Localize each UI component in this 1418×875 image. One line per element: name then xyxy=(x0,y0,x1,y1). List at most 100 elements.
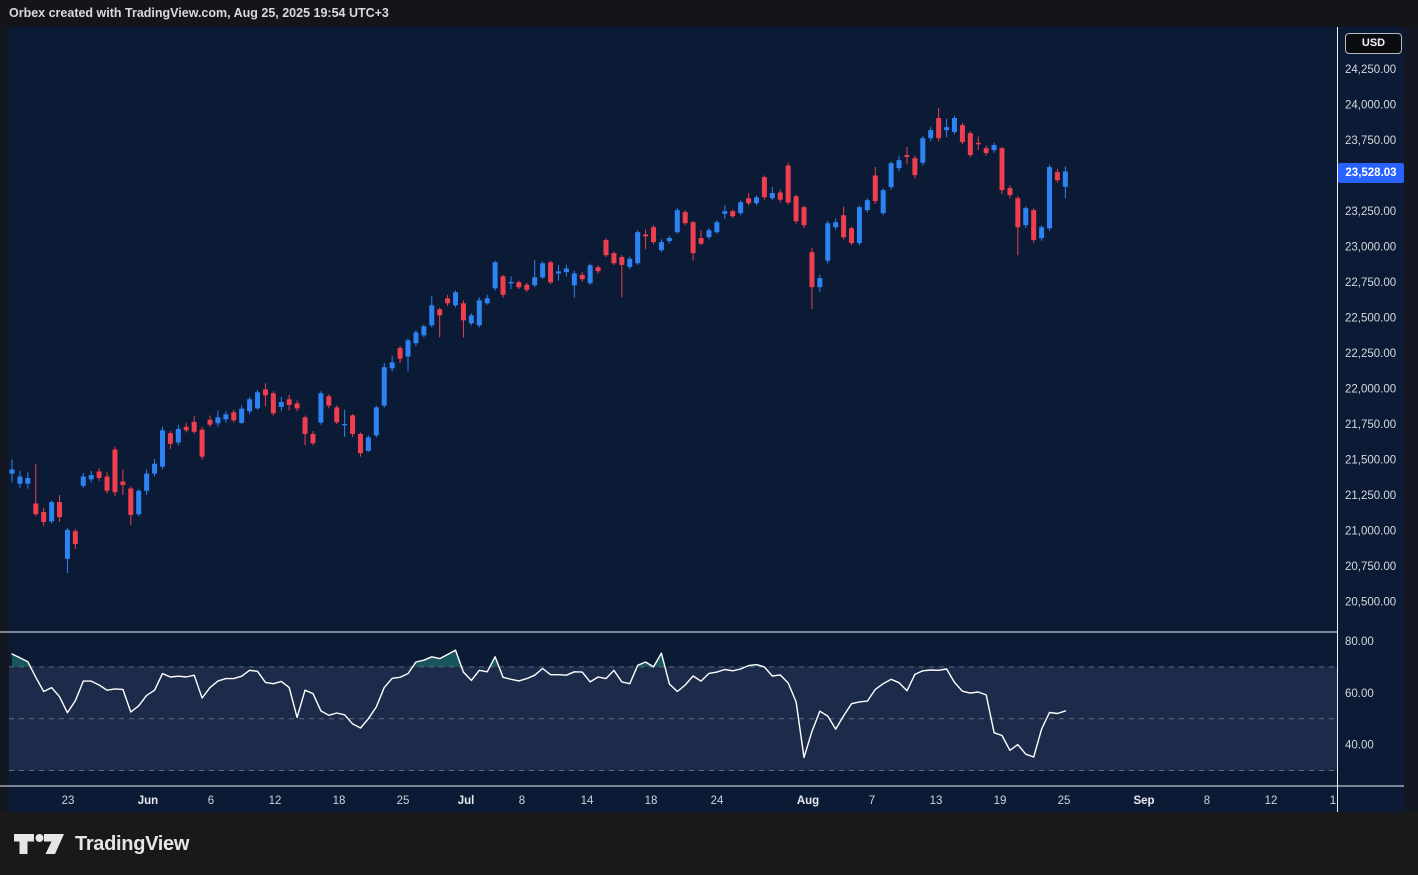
candle-body xyxy=(1031,210,1037,241)
candle-body xyxy=(270,393,276,414)
candle-body xyxy=(595,267,601,272)
candlestick-chart[interactable]: 24,250.0024,000.0023,750.0023,250.0023,0… xyxy=(0,27,1404,812)
candle-body xyxy=(690,222,696,254)
candle-body xyxy=(864,200,870,211)
candle-body xyxy=(714,222,720,233)
candle-body xyxy=(152,463,158,474)
last-price-label: 23,528.03 xyxy=(1338,163,1404,183)
candle-body xyxy=(532,277,538,286)
candle-body xyxy=(785,165,791,203)
candle-body xyxy=(540,263,546,278)
candle-body xyxy=(278,401,284,407)
candle-body xyxy=(159,430,165,467)
candle-body xyxy=(57,502,63,518)
candle-body xyxy=(476,300,482,326)
candle-body xyxy=(548,262,554,283)
candle-body xyxy=(381,367,387,406)
candle-body xyxy=(856,207,862,244)
candle-body xyxy=(247,399,253,412)
candle-body xyxy=(1054,172,1060,181)
candle-body xyxy=(25,477,31,484)
candle-body xyxy=(88,475,94,480)
candle-body xyxy=(936,117,942,139)
candle-body xyxy=(183,426,189,431)
candle-body xyxy=(175,428,181,443)
candle-body xyxy=(809,252,815,288)
candle-body xyxy=(746,198,752,204)
candle-body xyxy=(231,412,237,421)
candle-body xyxy=(136,490,142,515)
candle-body xyxy=(896,160,902,169)
candle-body xyxy=(199,429,205,457)
candle-body xyxy=(96,471,102,478)
chart-area: 24,250.00 24,000.00 23,750.00 23,250.00 23,0… xyxy=(0,27,1404,812)
candle-body xyxy=(413,332,419,344)
candle-body xyxy=(674,210,680,233)
candle-body xyxy=(793,196,799,222)
candle-body xyxy=(460,303,466,321)
candle-body xyxy=(128,488,134,515)
candle-body xyxy=(666,237,672,242)
candle-body xyxy=(215,417,221,424)
currency-button[interactable]: USD xyxy=(1345,33,1402,54)
candle-body xyxy=(453,292,459,306)
candle-body xyxy=(397,348,403,359)
tradingview-logo[interactable]: TradingView xyxy=(14,829,189,859)
candle-body xyxy=(738,202,744,214)
candle-body xyxy=(730,211,736,217)
candle-body xyxy=(849,228,855,244)
candle-body xyxy=(72,531,78,544)
footer: TradingView xyxy=(0,812,1418,875)
candle-body xyxy=(777,192,783,200)
candle-body xyxy=(1023,208,1029,226)
candle-body xyxy=(579,274,585,280)
candle-body xyxy=(445,298,451,304)
candle-body xyxy=(484,298,490,304)
candle-body xyxy=(342,424,348,426)
candle-body xyxy=(429,305,435,326)
candle-body xyxy=(841,215,847,238)
candle-body xyxy=(643,234,649,237)
candle-body xyxy=(33,503,39,515)
candle-body xyxy=(975,142,981,145)
candle-body xyxy=(944,127,950,131)
candle-body xyxy=(959,125,965,143)
candle-body xyxy=(389,362,395,369)
candle-body xyxy=(1062,171,1068,187)
candle-body xyxy=(635,232,641,264)
candle-body xyxy=(357,433,363,454)
candle-body xyxy=(41,512,47,522)
candle-body xyxy=(627,258,633,267)
candle-body xyxy=(983,148,989,154)
candle-body xyxy=(365,437,371,451)
candle-body xyxy=(421,326,427,336)
candle-body xyxy=(1047,167,1053,229)
candle-body xyxy=(817,278,823,288)
candle-body xyxy=(516,282,522,288)
candle-body xyxy=(17,476,23,484)
candle-body xyxy=(120,481,126,486)
time-axis[interactable] xyxy=(0,786,1337,812)
candle-body xyxy=(698,237,704,244)
candle-body xyxy=(302,417,308,434)
candle-body xyxy=(880,190,886,214)
candle-body xyxy=(722,211,728,214)
candle-body xyxy=(587,265,593,284)
candle-body xyxy=(706,230,712,238)
candle-body xyxy=(1039,227,1045,239)
candle-body xyxy=(262,389,268,396)
candle-body xyxy=(350,415,356,434)
candle-body xyxy=(769,193,775,199)
candle-body xyxy=(872,175,878,202)
price-axis[interactable] xyxy=(1337,27,1404,786)
tradingview-mark-icon xyxy=(14,834,64,854)
candle-body xyxy=(223,414,229,420)
candle-body xyxy=(80,476,86,486)
candle-body xyxy=(310,433,316,444)
candle-body xyxy=(904,155,910,158)
candle-body xyxy=(833,222,839,228)
candle-body xyxy=(555,271,561,274)
candle-body xyxy=(9,469,15,474)
candle-body xyxy=(563,268,569,273)
candle-body xyxy=(326,396,332,406)
